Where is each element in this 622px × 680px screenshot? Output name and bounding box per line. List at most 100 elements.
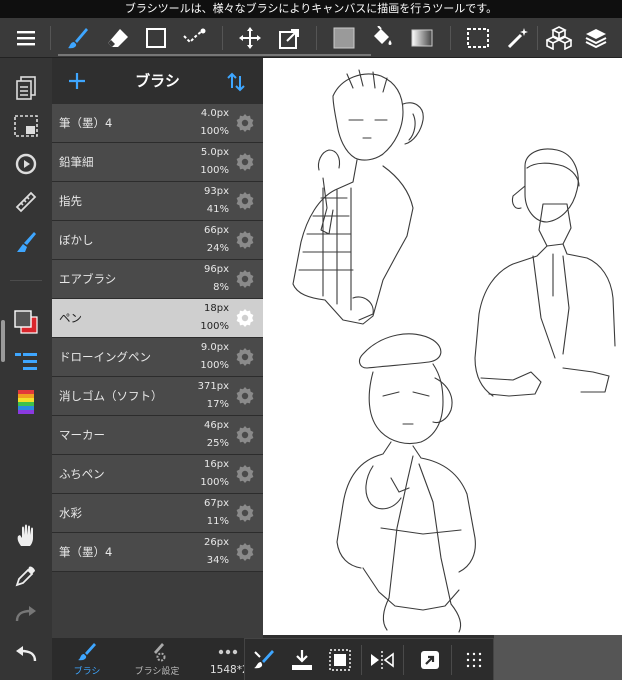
gear-icon[interactable] [235, 113, 255, 133]
brush-name: エアブラシ [59, 272, 117, 286]
brush-name: 消しゴム（ソフト） [59, 389, 163, 403]
sketch-artwork [292, 69, 616, 633]
canvas-bottom-toolbar [244, 638, 494, 680]
snap-icon[interactable] [417, 647, 443, 673]
gear-icon[interactable] [235, 308, 255, 328]
gear-icon[interactable] [235, 464, 255, 484]
brush-row[interactable]: ぼかし 66px 24% [52, 221, 263, 260]
toolbar-divider [50, 26, 51, 50]
app-window: ブラシツールは、様々なブラシによりキャンバスに描画を行うツールです。 ブラシ 筆… [0, 0, 622, 680]
layers-icon[interactable] [582, 24, 610, 52]
brush-row[interactable]: ドローイングペン 9.0px 100% [52, 338, 263, 377]
toolbar-divider [222, 26, 223, 50]
brush-row[interactable]: 筆（墨）4 4.0px 100% [52, 104, 263, 143]
brush-size: 18px [204, 303, 229, 314]
grid-icon[interactable] [461, 647, 487, 673]
gear-icon[interactable] [235, 347, 255, 367]
brush-row[interactable]: 消しゴム（ソフト） 371px 17% [52, 377, 263, 416]
gradient-tool-icon[interactable] [408, 24, 436, 52]
brush-opacity: 100% [200, 126, 229, 137]
brush-edit-icon[interactable] [12, 228, 40, 256]
move-tool-icon[interactable] [236, 24, 264, 52]
brush-name: 鉛筆細 [59, 155, 94, 169]
brush-row[interactable]: エアブラシ 96px 8% [52, 260, 263, 299]
transform-tool-icon[interactable] [276, 24, 304, 52]
gear-icon[interactable] [235, 425, 255, 445]
brush-row[interactable]: マーカー 46px 25% [52, 416, 263, 455]
brush-size: 5.0px [200, 147, 229, 158]
flip-icon[interactable] [369, 647, 395, 673]
color-gradient-icon[interactable] [12, 388, 40, 416]
eyedropper-icon[interactable] [12, 562, 40, 590]
shape-tool-icon[interactable] [142, 24, 170, 52]
bucket-tool-icon[interactable] [368, 24, 396, 52]
dot-tool-icon[interactable] [180, 24, 208, 52]
canvas-backdrop [494, 635, 622, 680]
drawing-canvas[interactable] [263, 58, 622, 635]
rotate-canvas-icon[interactable] [12, 150, 40, 178]
color-palette-icon[interactable] [12, 348, 40, 376]
brush-name: ぼかし [59, 233, 94, 247]
brush-tab-icon [77, 642, 97, 662]
gear-icon[interactable] [235, 269, 255, 289]
gear-icon[interactable] [235, 542, 255, 562]
brush-row[interactable]: 水彩 67px 11% [52, 494, 263, 533]
brush-panel-header: ブラシ [52, 58, 263, 104]
brush-opacity: 8% [213, 282, 229, 293]
brush-size: 4.0px [200, 108, 229, 119]
brush-name: ドローイングペン [59, 350, 151, 364]
brush-size-icon[interactable] [251, 647, 277, 673]
eraser-tool-icon[interactable] [104, 24, 132, 52]
gear-icon[interactable] [235, 503, 255, 523]
gear-icon[interactable] [235, 386, 255, 406]
canvas-dimensions: 1548*2 [210, 664, 246, 676]
brush-name: 水彩 [59, 506, 82, 520]
brush-size: 16px [204, 459, 229, 470]
gear-icon[interactable] [235, 191, 255, 211]
brush-row[interactable]: 筆（墨）4 26px 34% [52, 533, 263, 572]
toolbar-divider [316, 26, 317, 50]
rail-scroll-handle[interactable] [1, 320, 5, 362]
undo-icon[interactable] [12, 640, 40, 668]
brush-opacity: 100% [200, 360, 229, 371]
hand-tool-icon[interactable] [12, 522, 40, 550]
left-rail [0, 58, 52, 680]
brush-row[interactable]: 指先 93px 41% [52, 182, 263, 221]
fit-canvas-icon[interactable] [327, 647, 353, 673]
brush-name: ペン [59, 311, 82, 325]
redo-icon[interactable] [12, 600, 40, 628]
brush-name: 筆（墨）4 [59, 545, 113, 559]
ruler-icon[interactable] [12, 188, 40, 216]
tab-brush[interactable]: ブラシ [52, 638, 122, 680]
top-toolbar [0, 18, 622, 58]
select-tool-icon[interactable] [464, 24, 492, 52]
add-brush-icon[interactable] [64, 68, 90, 94]
selection-layer-icon[interactable] [12, 112, 40, 140]
tab-brush-label: ブラシ [73, 667, 101, 677]
brush-opacity: 24% [206, 243, 229, 254]
tooltip-bar: ブラシツールは、様々なブラシによりキャンバスに描画を行うツールです。 [0, 0, 622, 18]
menu-icon[interactable] [12, 24, 40, 52]
gear-icon[interactable] [235, 152, 255, 172]
brush-size: 46px [204, 420, 229, 431]
gear-icon[interactable] [235, 230, 255, 250]
sort-brush-icon[interactable] [224, 70, 248, 94]
brush-name: マーカー [59, 428, 105, 442]
document-icon[interactable] [12, 74, 40, 102]
brush-panel: ブラシ 筆（墨）4 4.0px 100% 鉛筆細 5.0px 100% 指先 93px 41% ぼ… [52, 58, 263, 638]
brush-name: 指先 [59, 194, 82, 208]
brush-row[interactable]: ペン 18px 100% [52, 299, 263, 338]
brush-name: ふちペン [59, 467, 105, 481]
brush-row[interactable]: ふちペン 16px 100% [52, 455, 263, 494]
import-icon[interactable] [289, 647, 315, 673]
tab-brush-settings[interactable]: ブラシ設定 [122, 638, 192, 680]
3d-material-icon[interactable] [545, 24, 573, 52]
brush-settings-tab-icon [147, 642, 167, 662]
brush-opacity: 25% [206, 438, 229, 449]
brush-row[interactable]: 鉛筆細 5.0px 100% [52, 143, 263, 182]
magic-wand-icon[interactable] [504, 24, 532, 52]
color-swatch-icon[interactable] [12, 308, 40, 336]
fill-color-icon[interactable] [330, 24, 358, 52]
brush-tool-icon[interactable] [64, 24, 92, 52]
tool-group-underline [58, 54, 371, 56]
